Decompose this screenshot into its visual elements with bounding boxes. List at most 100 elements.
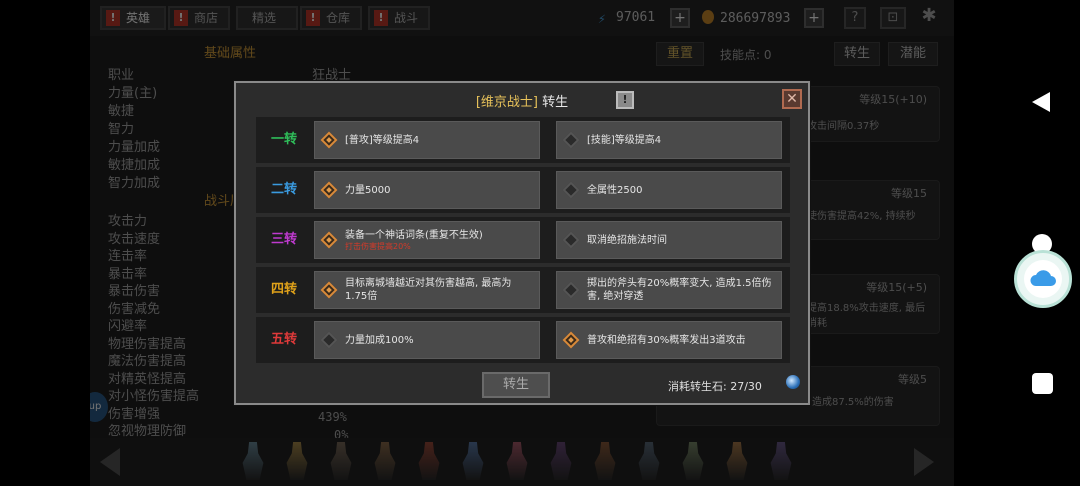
prev-arrow-icon[interactable] [100,448,120,476]
tab-label: 仓库 [326,11,351,25]
option-text-wrap: 力量加成100% [345,322,533,358]
home-nav-icon[interactable] [1032,373,1053,394]
hero-portrait[interactable] [462,442,484,480]
gold-display: 286697893 [702,10,790,26]
diamond-icon [562,131,580,149]
rebirth-button[interactable]: 转生 [482,372,550,398]
rebirth-tier-row: 五转 力量加成100% 普攻和绝招有30%概率发出3道攻击 [256,317,790,363]
hero-portrait[interactable] [286,442,308,480]
option-text: 普攻和绝招有30%概率发出3道攻击 [587,334,746,346]
hero-portrait[interactable] [550,442,572,480]
rebirth-option-left[interactable]: [普攻]等级提高4 [314,121,540,159]
rebirth-option-left[interactable]: 力量加成100% [314,321,540,359]
attr-label: 伤害减免 [108,301,161,317]
alert-icon: ! [174,10,188,26]
rebirth-option-right[interactable]: 掷出的斧头有20%概率变大, 造成1.5倍伤害, 绝对穿透 [556,271,782,309]
add-gold-button[interactable]: + [804,8,824,28]
tab-featured[interactable]: 精选 [236,6,298,30]
selected-diamond-icon [320,181,338,199]
tab-storage[interactable]: ! 仓库 [300,6,362,30]
rebirth-dialog: [维京战士] 转生 ! ✕ 一转 [普攻]等级提高4 [技能]等级提高4 二转 力量50… [234,81,810,405]
rebirth-option-left[interactable]: 装备一个神话词条(重复不生效) 打击伤害提高20% [314,221,540,259]
attr-label: 对小怪伤害提高 [108,389,200,404]
tab-hero[interactable]: ! 英雄 [100,6,166,30]
tab-battle[interactable]: ! 战斗 [368,6,430,30]
option-text-wrap: 普攻和绝招有30%概率发出3道攻击 [587,322,775,358]
attr-label: 暴击率 [108,266,148,282]
settings-gear-icon[interactable]: ✱ [918,7,940,29]
tab-shop[interactable]: ! 商店 [168,6,230,30]
rebirth-option-right[interactable]: 取消绝招施法时间 [556,221,782,259]
cost-label: 消耗转生石: [668,380,727,393]
attr-label: 连击率 [108,249,148,264]
rebirth-option-right[interactable]: [技能]等级提高4 [556,121,782,159]
skill-desc: 攻击间隔0.37秒 [807,121,880,132]
option-text-wrap: 全属性2500 [587,172,775,208]
rebirth-option-right[interactable]: 全属性2500 [556,171,782,209]
hero-selector-strip [90,438,954,486]
top-bar: ! 英雄 ! 商店 精选 ! 仓库 ! 战斗 ⚡ 97061 + 28669789… [90,0,954,36]
coin-icon [702,10,714,24]
hero-portrait[interactable] [374,442,396,480]
diamond-icon [562,181,580,199]
hero-portrait[interactable] [770,442,792,480]
hero-portrait[interactable] [682,442,704,480]
attr-label: 攻击力 [108,214,148,229]
rebirth-option-left[interactable]: 力量5000 [314,171,540,209]
hero-portrait[interactable] [638,442,660,480]
level-up-badge[interactable]: up [90,392,108,422]
hero-portrait[interactable] [242,442,264,480]
add-energy-button[interactable]: + [670,8,690,28]
class-label: 职业 [108,68,135,83]
help-icon[interactable]: ? [844,7,866,29]
alert-icon: ! [306,10,320,26]
skill-level: 等级5 [898,373,927,386]
tab-label: 精选 [252,11,277,25]
close-button[interactable]: ✕ [782,89,802,109]
reset-button[interactable]: 重置 [656,42,704,66]
skill-level: 等级15 [891,187,927,200]
skill-points: 技能点: 0 [720,48,772,62]
title-suffix: 转生 [542,95,569,110]
option-text-wrap: [技能]等级提高4 [587,122,775,158]
selected-diamond-icon [320,231,338,249]
hero-portrait[interactable] [418,442,440,480]
attr-label: 敏捷 [108,104,135,119]
gamepad-icon[interactable]: ⊡ [880,7,906,29]
attr-label: 力量加成 [108,140,161,155]
diamond-icon [562,281,580,299]
selected-diamond-icon [320,281,338,299]
next-arrow-icon[interactable] [914,448,934,476]
attr-label: 物理伤害提高 [108,336,187,352]
option-text: 目标离城墙越近对其伤害越高, 最高为1.75倍 [345,278,512,302]
lightning-icon: ⚡ [598,12,606,27]
option-text: [技能]等级提高4 [587,134,662,146]
hero-portrait[interactable] [330,442,352,480]
attr-label: 对精英怪提高 [108,371,187,387]
rebirth-tab[interactable]: 转生 [834,42,880,66]
hero-portrait[interactable] [726,442,748,480]
tier-label: 四转 [270,282,297,297]
option-text: 全属性2500 [587,184,643,196]
option-text-wrap: 力量5000 [345,172,533,208]
skill-desc: 提高18.8%攻击速度, 最后消耗 [807,303,926,329]
back-nav-icon[interactable] [1032,92,1050,112]
potential-tab[interactable]: 潜能 [888,42,938,66]
info-icon[interactable]: ! [616,91,634,109]
selected-diamond-icon [562,331,580,349]
rebirth-option-right[interactable]: 普攻和绝招有30%概率发出3道攻击 [556,321,782,359]
hero-portrait[interactable] [594,442,616,480]
skill-level: 等级15(+5) [866,281,927,294]
cloud-float-button[interactable] [1014,250,1072,308]
rebirth-tier-row: 三转 装备一个神话词条(重复不生效) 打击伤害提高20% 取消绝招施法时间 [256,217,790,263]
energy-value: 97061 [616,10,656,25]
rebirth-stone-icon [786,375,800,389]
hero-portrait[interactable] [506,442,528,480]
energy-display: ⚡ 97061 [598,10,656,27]
tier-label: 一转 [270,132,297,147]
tab-label: 战斗 [394,11,419,25]
rebirth-option-left[interactable]: 目标离城墙越近对其伤害越高, 最高为1.75倍 [314,271,540,309]
attr-label: 暴击伤害 [108,284,161,299]
attr-label: 智力 [108,122,135,137]
attr-label: 魔法伤害提高 [108,354,187,369]
